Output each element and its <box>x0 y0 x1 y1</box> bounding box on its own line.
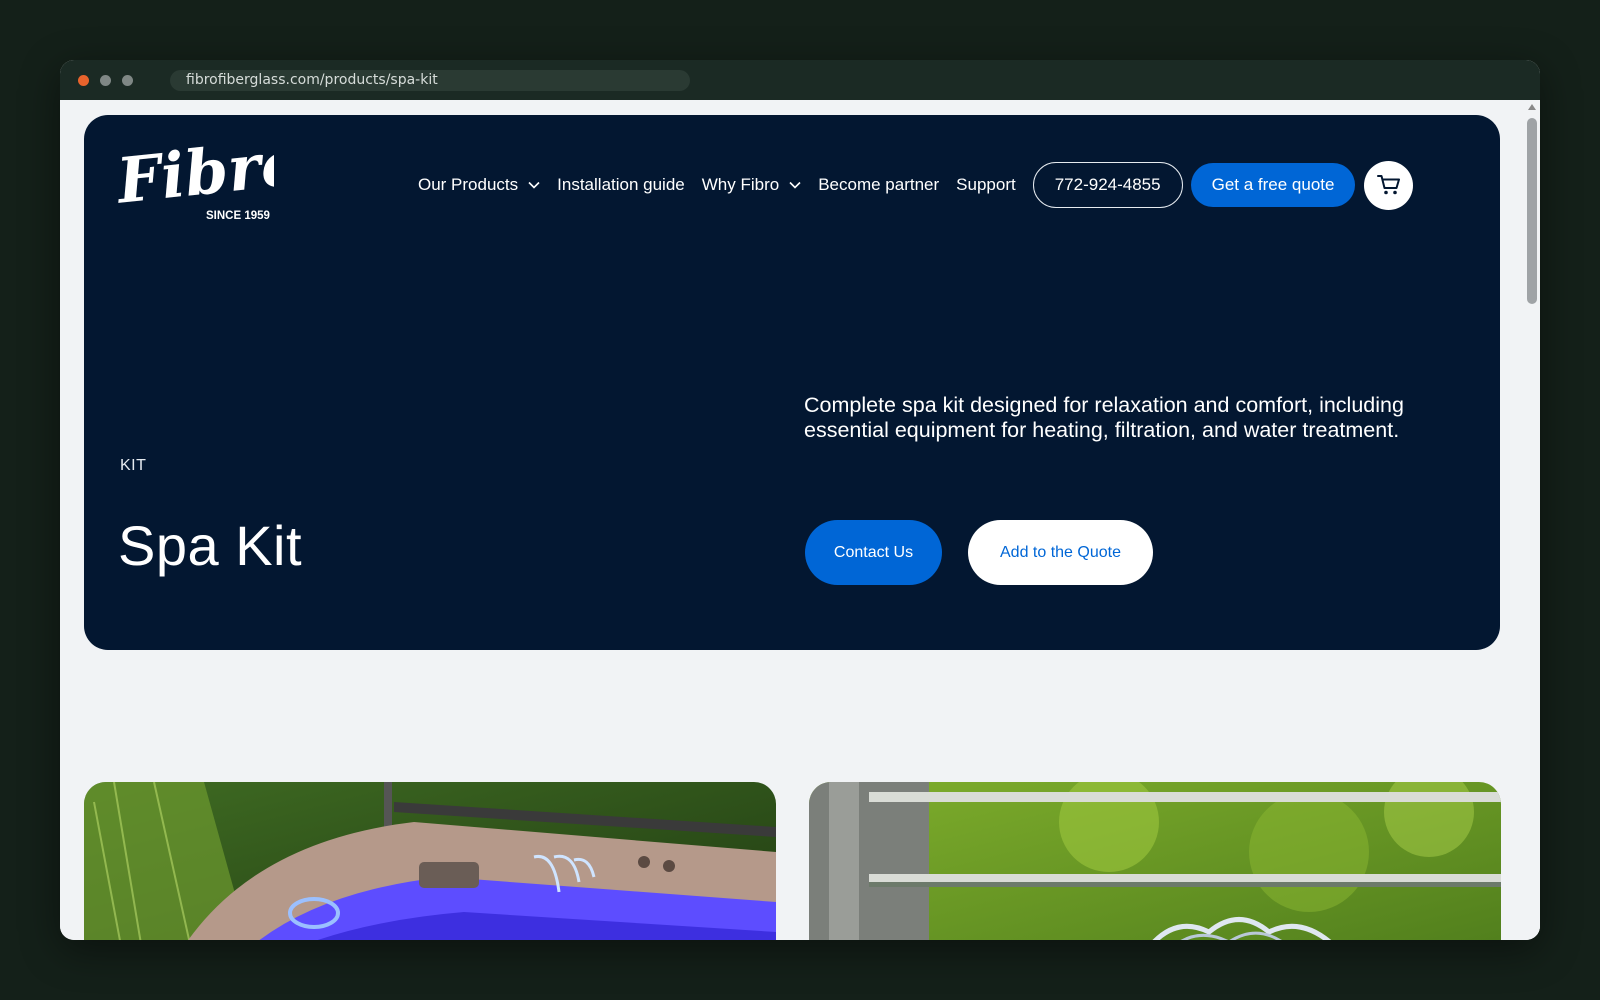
main-nav: Our Products Installation guide Why Fibr… <box>418 149 1414 221</box>
browser-titlebar: fibrofiberglass.com/products/spa-kit <box>60 60 1540 100</box>
maximize-window-dot[interactable] <box>122 75 133 86</box>
phone-button[interactable]: 772-924-4855 <box>1032 162 1183 208</box>
scroll-up-arrow[interactable] <box>1528 104 1536 110</box>
logo-wordmark: Fibro <box>114 133 274 218</box>
nav-our-products[interactable]: Our Products <box>418 175 540 195</box>
minimize-window-dot[interactable] <box>100 75 111 86</box>
address-bar[interactable]: fibrofiberglass.com/products/spa-kit <box>170 70 690 91</box>
nav-why-fibro[interactable]: Why Fibro <box>702 175 801 195</box>
garden-fountain-photo <box>809 782 1501 940</box>
nav-support-label: Support <box>956 175 1016 194</box>
page-scrollbar[interactable] <box>1524 100 1540 940</box>
nav-our-products-label: Our Products <box>418 175 519 194</box>
add-to-quote-button[interactable]: Add to the Quote <box>968 520 1153 585</box>
nav-installation-guide[interactable]: Installation guide <box>557 175 685 195</box>
hero-section: Fibro SINCE 1959 Our Products Installati… <box>84 115 1500 650</box>
fibro-logo[interactable]: Fibro SINCE 1959 <box>114 133 274 223</box>
chevron-down-icon <box>528 181 540 189</box>
page-viewport: Fibro SINCE 1959 Our Products Installati… <box>60 100 1540 940</box>
product-category: KIT <box>120 457 147 474</box>
nav-why-fibro-label: Why Fibro <box>701 175 780 194</box>
nav-support[interactable]: Support <box>956 175 1016 195</box>
page-title: Spa Kit <box>118 514 303 577</box>
close-window-dot[interactable] <box>78 75 89 86</box>
cart-icon <box>1376 175 1400 195</box>
nav-become-partner[interactable]: Become partner <box>818 175 939 195</box>
contact-us-button[interactable]: Contact Us <box>805 520 942 585</box>
scroll-thumb[interactable] <box>1527 118 1537 304</box>
cart-button[interactable] <box>1364 160 1414 210</box>
nav-installation-guide-label: Installation guide <box>557 175 685 194</box>
logo-tagline: SINCE 1959 <box>206 210 270 222</box>
chevron-down-icon <box>789 181 801 189</box>
free-quote-button[interactable]: Get a free quote <box>1190 163 1356 207</box>
nav-become-partner-label: Become partner <box>818 175 940 194</box>
spa-tub-photo <box>84 782 776 940</box>
browser-window: fibrofiberglass.com/products/spa-kit Fib… <box>60 60 1540 940</box>
product-description: Complete spa kit designed for relaxation… <box>804 393 1404 442</box>
